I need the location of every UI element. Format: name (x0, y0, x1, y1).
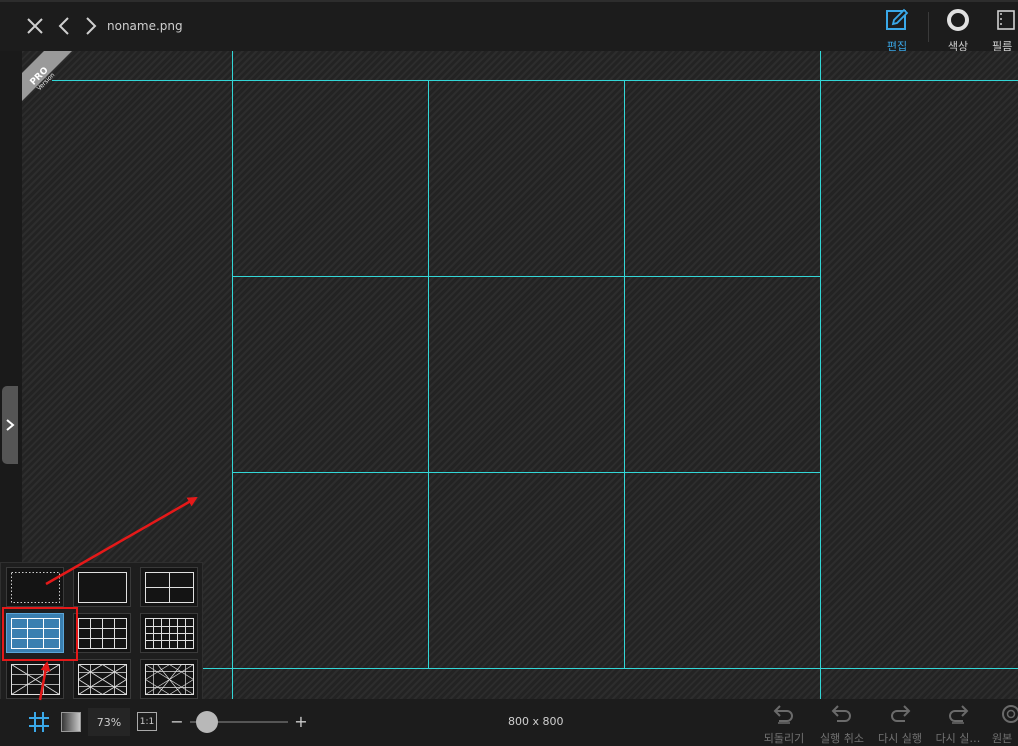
redo-all-icon (949, 705, 969, 724)
grid-option-none[interactable] (6, 567, 64, 607)
redo-icon (891, 705, 911, 722)
edit-icon (886, 8, 909, 30)
next-image-button[interactable] (79, 14, 103, 38)
grid-toggle-button[interactable] (26, 709, 52, 735)
tool-edit[interactable]: 편집 (877, 8, 917, 54)
grid-hash-icon (29, 712, 49, 732)
close-icon (27, 18, 43, 34)
tool-color[interactable]: 색상 (938, 8, 978, 54)
film-icon (997, 10, 1015, 30)
undo-all-icon (773, 705, 793, 724)
original-icon (1002, 705, 1018, 723)
previous-image-button[interactable] (52, 14, 76, 38)
undo-label: 실행 취소 (820, 732, 864, 745)
zoom-slider-thumb[interactable] (196, 711, 218, 733)
file-name: noname.png (107, 19, 183, 33)
zoom-in-button[interactable]: + (294, 711, 308, 731)
chevron-left-icon (58, 17, 69, 35)
undo-button[interactable]: 실행 취소 (814, 703, 870, 746)
tool-film[interactable]: 필름 (988, 8, 1018, 54)
compare-gradient-icon (61, 712, 81, 732)
pro-version-badge: PRO Version (22, 51, 72, 101)
chevron-right-icon (6, 419, 15, 431)
redo-all-label: 다시 실… (935, 732, 981, 745)
grid-option-3x3[interactable] (6, 613, 64, 653)
side-panel-toggle[interactable] (2, 386, 18, 464)
grid-option-x-cross[interactable] (6, 659, 64, 699)
original-button[interactable]: 원본 (988, 703, 1018, 746)
chevron-right-icon (86, 17, 97, 35)
original-label: 원본 (992, 732, 1013, 745)
image-dimensions: 800 x 800 (508, 715, 564, 728)
close-button[interactable] (23, 14, 47, 38)
grid-option-border[interactable] (73, 567, 131, 607)
redo-button[interactable]: 다시 실행 (872, 703, 928, 746)
redo-all-button[interactable]: 다시 실… (930, 703, 986, 746)
color-ring-icon (947, 9, 969, 31)
revert-label: 되돌리기 (763, 732, 805, 745)
revert-button[interactable]: 되돌리기 (756, 703, 812, 746)
zoom-percentage: 73% (88, 708, 130, 736)
grid-option-5x3[interactable] (140, 613, 198, 653)
top-toolbar: noname.png 편집 색상 필름 (0, 0, 1018, 54)
grid-option-x-grid-dense[interactable] (140, 659, 198, 699)
compare-button[interactable] (60, 711, 82, 733)
grid-option-2x2[interactable] (140, 567, 198, 607)
redo-label: 다시 실행 (878, 732, 922, 745)
actual-size-button[interactable]: 1:1 (137, 712, 157, 731)
undo-icon (831, 705, 851, 722)
grid-option-x-grid[interactable] (73, 659, 131, 699)
bottom-toolbar: 73% 1:1 − + 800 x 800 되돌리기 실행 취소 다시 실행 다… (0, 699, 1018, 746)
zoom-out-button[interactable]: − (170, 711, 184, 731)
toolbar-divider (928, 12, 929, 42)
grid-picker-popup (0, 562, 203, 702)
grid-option-4x3[interactable] (73, 613, 131, 653)
